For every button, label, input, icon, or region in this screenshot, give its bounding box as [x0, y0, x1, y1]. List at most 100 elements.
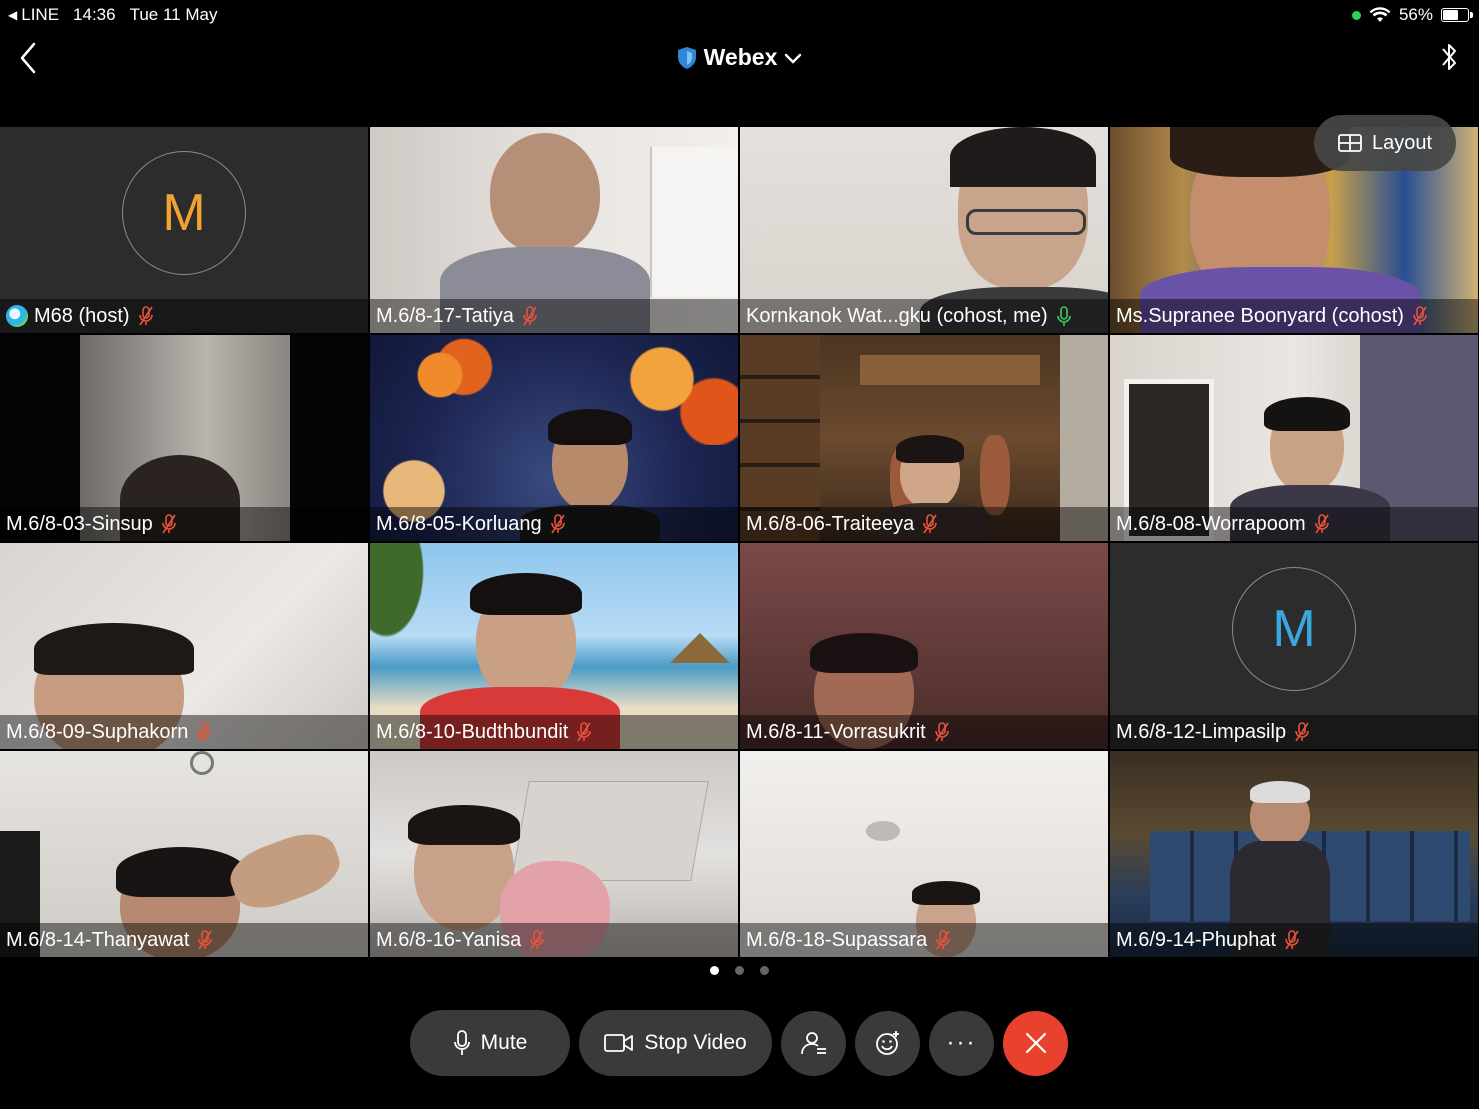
layout-button[interactable]: Layout: [1314, 115, 1456, 171]
participant-tile-self[interactable]: Kornkanok Wat...gku (cohost, me): [740, 127, 1108, 333]
participant-name: M.6/8-10-Budthbundit: [376, 720, 569, 743]
status-time: 14:36: [73, 5, 116, 24]
page-dot[interactable]: [735, 966, 744, 975]
wifi-icon: [1369, 7, 1391, 22]
back-to-app[interactable]: ◀ LINE: [8, 5, 59, 25]
participant-label: M.6/8-17-Tatiya: [370, 299, 738, 333]
close-icon: [1025, 1032, 1046, 1054]
participant-name: M.6/8-11-Vorrasukrit: [746, 720, 926, 743]
status-bar: ◀ LINE 14:36 Tue 11 May 56%: [0, 0, 1479, 28]
more-options-button[interactable]: ···: [929, 1010, 994, 1076]
participant-tile[interactable]: M M.6/8-12-Limpasilp: [1110, 543, 1478, 749]
participant-name: M68 (host): [34, 304, 130, 327]
participant-name: M.6/8-03-Sinsup: [6, 512, 153, 535]
back-triangle-icon: ◀: [8, 8, 18, 22]
meeting-header: Webex: [0, 30, 1479, 90]
participant-name: Kornkanok Wat...gku (cohost, me): [746, 304, 1048, 327]
participant-tile[interactable]: M.6/8-03-Sinsup: [0, 335, 368, 541]
participant-tile[interactable]: M.6/8-11-Vorrasukrit: [740, 543, 1108, 749]
participant-label: M.6/8-12-Limpasilp: [1110, 715, 1478, 749]
participant-label: M.6/8-16-Yanisa: [370, 923, 738, 957]
participant-name: Ms.Supranee Boonyard (cohost): [1116, 304, 1404, 327]
participant-name: M.6/9-14-Phuphat: [1116, 928, 1277, 951]
mute-label: Mute: [480, 1031, 528, 1054]
participants-button[interactable]: [781, 1010, 846, 1076]
participant-label: M.6/8-10-Budthbundit: [370, 715, 738, 749]
reactions-button[interactable]: [855, 1010, 920, 1076]
participant-tile[interactable]: M.6/8-10-Budthbundit: [370, 543, 738, 749]
muted-mic-icon: [936, 930, 951, 950]
participant-label: M.6/8-18-Supassara: [740, 923, 1108, 957]
participant-label: Kornkanok Wat...gku (cohost, me): [740, 299, 1108, 333]
avatar: M: [122, 151, 246, 275]
muted-mic-icon: [161, 514, 176, 534]
status-date: Tue 11 May: [129, 5, 218, 24]
participant-label: M.6/8-03-Sinsup: [0, 507, 368, 541]
participant-label: M.6/8-14-Thanyawat: [0, 923, 368, 957]
participant-label: M.6/8-09-Suphakorn: [0, 715, 368, 749]
more-options-icon: ···: [946, 1029, 977, 1056]
page-dot-active[interactable]: [710, 966, 719, 975]
participant-name: M.6/8-05-Korluang: [376, 512, 542, 535]
muted-mic-icon: [1285, 930, 1299, 950]
participant-name: M.6/8-08-Worrapoom: [1116, 512, 1306, 535]
microphone-icon: [453, 1030, 470, 1055]
participant-tile[interactable]: M.6/9-14-Phuphat: [1110, 751, 1478, 957]
participant-label: M.6/8-11-Vorrasukrit: [740, 715, 1108, 749]
participant-label: M.6/8-08-Worrapoom: [1110, 507, 1478, 541]
meeting-title: Webex: [703, 44, 778, 70]
page-dot[interactable]: [760, 966, 769, 975]
participant-tile[interactable]: M.6/8-18-Supassara: [740, 751, 1108, 957]
muted-mic-icon: [550, 514, 565, 534]
stop-video-button[interactable]: Stop Video: [579, 1010, 772, 1076]
participant-name: M.6/8-14-Thanyawat: [6, 928, 190, 951]
participant-tile[interactable]: M.6/8-16-Yanisa: [370, 751, 738, 957]
muted-mic-icon: [934, 722, 949, 742]
participant-label: Ms.Supranee Boonyard (cohost): [1110, 299, 1478, 333]
muted-mic-icon: [198, 930, 213, 950]
participant-tile[interactable]: M.6/8-17-Tatiya: [370, 127, 738, 333]
participant-label: M68 (host): [0, 299, 368, 333]
muted-mic-icon: [1314, 514, 1329, 534]
participant-tile[interactable]: M.6/8-08-Worrapoom: [1110, 335, 1478, 541]
participant-name: M.6/8-16-Yanisa: [376, 928, 522, 951]
participant-name: M.6/8-17-Tatiya: [376, 304, 514, 327]
mute-button[interactable]: Mute: [410, 1010, 570, 1076]
chevron-down-icon: [785, 53, 802, 64]
bluetooth-icon[interactable]: [1437, 40, 1461, 74]
meeting-title-dropdown[interactable]: Webex: [0, 44, 1479, 71]
call-controls: Mute Stop Video ···: [410, 1010, 1068, 1076]
smiley-icon: [875, 1031, 899, 1055]
participant-label: M.6/8-05-Korluang: [370, 507, 738, 541]
grid-layout-icon: [1338, 134, 1362, 152]
participant-tile[interactable]: M M68 (host): [0, 127, 368, 333]
participants-icon: [800, 1032, 826, 1055]
participant-label: M.6/9-14-Phuphat: [1110, 923, 1478, 957]
muted-mic-icon: [530, 930, 545, 950]
muted-mic-icon: [923, 514, 938, 534]
participant-tile[interactable]: M.6/8-05-Korluang: [370, 335, 738, 541]
muted-mic-icon: [1413, 306, 1427, 326]
participant-label: M.6/8-06-Traiteeya: [740, 507, 1108, 541]
participant-name: M.6/8-09-Suphakorn: [6, 720, 189, 743]
page-indicator[interactable]: [0, 966, 1479, 975]
host-badge-icon: [6, 305, 28, 327]
avatar: M: [1232, 567, 1356, 691]
muted-mic-icon: [1295, 722, 1309, 742]
video-grid: M M68 (host) M.6/8-17-Tatiya Kornkanok W…: [0, 127, 1479, 957]
stop-video-label: Stop Video: [644, 1031, 747, 1054]
video-camera-icon: [604, 1034, 634, 1052]
muted-mic-icon: [197, 722, 212, 742]
active-mic-icon: [1056, 306, 1071, 326]
participant-tile[interactable]: M.6/8-06-Traiteeya: [740, 335, 1108, 541]
layout-button-label: Layout: [1371, 131, 1433, 154]
participant-name: M.6/8-12-Limpasilp: [1116, 720, 1287, 743]
participant-name: M.6/8-06-Traiteeya: [746, 512, 915, 535]
muted-mic-icon: [138, 306, 153, 326]
battery-percent: 56%: [1398, 5, 1433, 24]
muted-mic-icon: [577, 722, 592, 742]
participant-tile[interactable]: M.6/8-09-Suphakorn: [0, 543, 368, 749]
participant-name: M.6/8-18-Supassara: [746, 928, 928, 951]
end-call-button[interactable]: [1003, 1010, 1068, 1076]
participant-tile[interactable]: M.6/8-14-Thanyawat: [0, 751, 368, 957]
